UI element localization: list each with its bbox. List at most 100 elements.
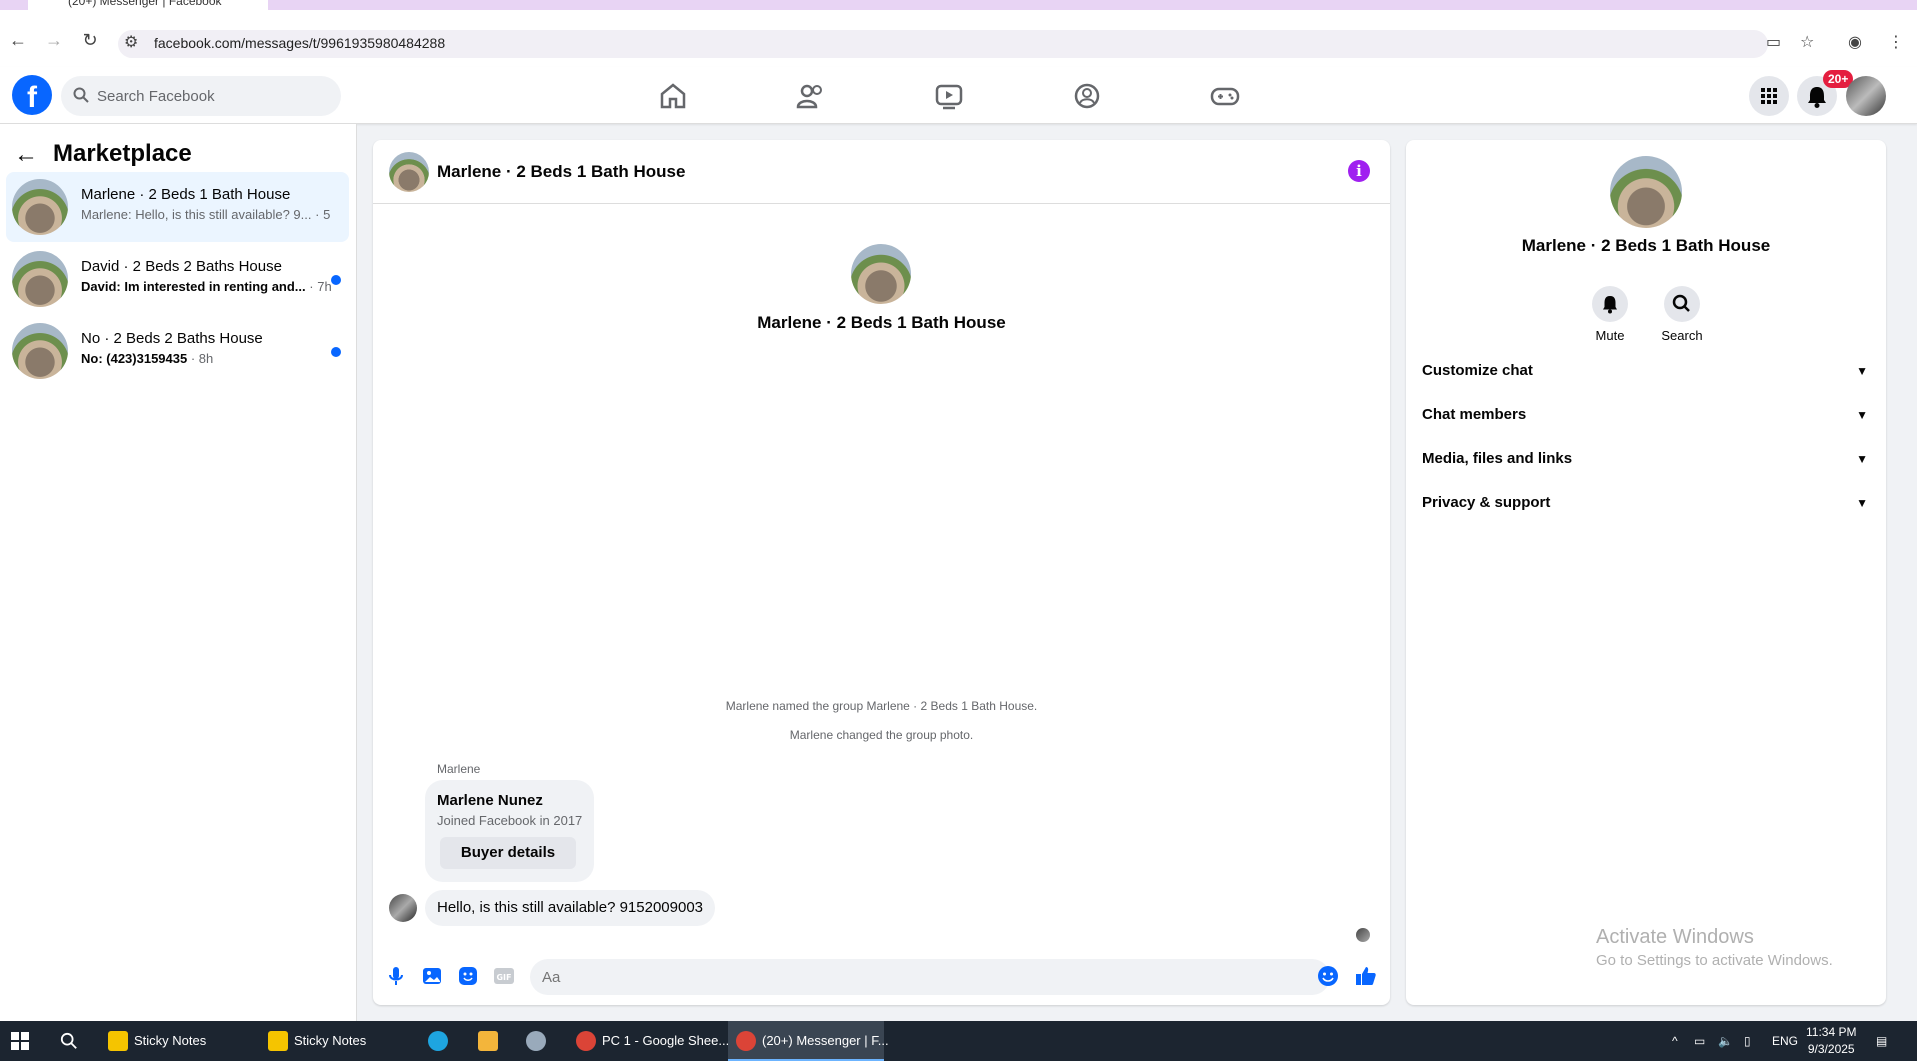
chat-title[interactable]: Marlene · 2 Beds 1 Bath House xyxy=(437,162,685,182)
browser-menu-icon[interactable]: ⋮ xyxy=(1888,32,1904,52)
chat-header: Marlene · 2 Beds 1 Bath House i xyxy=(373,140,1390,204)
chrome-icon xyxy=(576,1031,596,1051)
info-icon[interactable]: i xyxy=(1348,160,1370,182)
clock[interactable]: 11:34 PM 9/3/2025 xyxy=(1806,1024,1856,1058)
friends-icon[interactable] xyxy=(796,82,826,110)
chevron-down-icon: ▼ xyxy=(1856,364,1868,378)
profile-icon[interactable]: ◉ xyxy=(1848,32,1862,52)
message-composer: GIF xyxy=(373,955,1390,1005)
sender-avatar[interactable] xyxy=(389,894,417,922)
conversation-name: No · 2 Beds 2 Baths House xyxy=(81,330,263,347)
taskbar-sticky-notes[interactable]: Sticky Notes xyxy=(264,1021,414,1061)
sender-label: Marlene xyxy=(437,762,481,776)
taskbar-messenger[interactable]: (20+) Messenger | F... xyxy=(728,1021,889,1061)
menu-grid-button[interactable] xyxy=(1749,76,1789,116)
forward-arrow-icon[interactable]: → xyxy=(44,30,64,50)
start-button[interactable] xyxy=(10,1021,34,1061)
search-icon xyxy=(73,87,89,103)
search-icon xyxy=(1672,294,1690,312)
conversation-preview: David: Im interested in renting and... ·… xyxy=(81,279,331,294)
browser-tab[interactable]: (20+) Messenger | Facebook xyxy=(28,0,268,10)
volume-icon[interactable]: 🔈 xyxy=(1718,1021,1733,1061)
back-arrow-icon[interactable]: ← xyxy=(8,30,28,50)
gaming-icon[interactable] xyxy=(1210,82,1240,110)
buyer-name: Marlene Nunez xyxy=(437,792,543,809)
conversation-item[interactable]: David · 2 Beds 2 Baths House David: Im i… xyxy=(6,244,349,314)
conversation-name: David · 2 Beds 2 Baths House xyxy=(81,258,282,275)
group-name: Marlene · 2 Beds 1 Bath House xyxy=(757,313,1006,332)
conversation-preview: No: (423)3159435 · 8h xyxy=(81,351,214,366)
seen-avatar xyxy=(1356,928,1370,942)
chrome-icon xyxy=(736,1031,756,1051)
video-icon[interactable] xyxy=(934,82,964,110)
edge-icon xyxy=(428,1031,448,1051)
message-input[interactable] xyxy=(530,959,1330,995)
taskbar-search-icon[interactable] xyxy=(60,1021,84,1061)
taskbar-edge[interactable] xyxy=(428,1021,452,1061)
unread-dot xyxy=(331,275,341,285)
taskbar-app[interactable] xyxy=(526,1021,550,1061)
emoji-icon[interactable] xyxy=(1317,965,1339,987)
search-input[interactable]: Search Facebook xyxy=(61,76,341,116)
reload-icon[interactable]: ↻ xyxy=(80,30,100,50)
conversation-preview: Marlene: Hello, is this still available?… xyxy=(81,207,331,222)
buyer-joined: Joined Facebook in 2017 xyxy=(437,813,583,828)
sticky-notes-icon xyxy=(268,1031,288,1051)
group-photo xyxy=(851,244,911,304)
buyer-details-button[interactable]: Buyer details xyxy=(440,837,576,869)
photo-icon[interactable] xyxy=(421,965,443,987)
taskbar-sticky-notes[interactable]: Sticky Notes xyxy=(104,1021,254,1061)
folder-icon xyxy=(478,1031,498,1051)
tab-title: (20+) Messenger | Facebook xyxy=(68,0,222,8)
search-placeholder: Search Facebook xyxy=(97,88,215,105)
conversation-thumbnail xyxy=(12,323,68,379)
privacy-support-section[interactable]: Privacy & support ▼ xyxy=(1422,488,1874,518)
chat-info-panel: Marlene · 2 Beds 1 Bath House Mute Searc… xyxy=(1406,140,1886,1005)
site-info-icon[interactable]: ⚙ xyxy=(124,32,138,52)
facebook-logo[interactable]: f xyxy=(12,75,52,115)
conversation-item[interactable]: No · 2 Beds 2 Baths House No: (423)31594… xyxy=(6,316,349,386)
home-icon[interactable] xyxy=(658,82,688,110)
group-name: Marlene · 2 Beds 1 Bath House xyxy=(1521,236,1771,255)
back-arrow-icon[interactable]: ← xyxy=(14,141,38,169)
chevron-down-icon: ▼ xyxy=(1856,408,1868,422)
bell-icon xyxy=(1603,296,1617,314)
language-indicator[interactable]: ENG xyxy=(1772,1021,1798,1061)
bookmark-star-icon[interactable]: ☆ xyxy=(1800,32,1814,52)
mute-button[interactable]: Mute xyxy=(1580,286,1640,343)
grid-icon xyxy=(1761,88,1777,104)
windows-logo-icon xyxy=(11,1032,29,1050)
account-avatar[interactable] xyxy=(1846,76,1886,116)
svg-text:GIF: GIF xyxy=(496,973,511,982)
browser-tab-strip xyxy=(0,0,1917,10)
sticker-icon[interactable] xyxy=(457,965,479,987)
chat-members-section[interactable]: Chat members ▼ xyxy=(1422,400,1874,430)
search-button[interactable]: Search xyxy=(1652,286,1712,343)
message-bubble[interactable]: Hello, is this still available? 91520090… xyxy=(425,890,716,926)
notification-center-icon[interactable]: ▤ xyxy=(1876,1021,1887,1061)
taskbar-google-sheets[interactable]: PC 1 - Google Shee... xyxy=(572,1021,729,1061)
microphone-icon[interactable] xyxy=(385,965,407,987)
url-text: facebook.com/messages/t/9961935980484288 xyxy=(154,35,446,51)
chevron-down-icon: ▼ xyxy=(1856,496,1868,510)
conversation-item[interactable]: Marlene · 2 Beds 1 Bath House Marlene: H… xyxy=(6,172,349,242)
tray-chevron-icon[interactable]: ^ xyxy=(1672,1021,1678,1061)
conversation-thumbnail xyxy=(12,179,68,235)
like-icon[interactable] xyxy=(1355,965,1377,987)
media-files-section[interactable]: Media, files and links ▼ xyxy=(1422,444,1874,474)
battery-icon[interactable]: ▯ xyxy=(1744,1021,1751,1061)
sticky-notes-icon xyxy=(108,1031,128,1051)
conversation-thumbnail xyxy=(12,251,68,307)
system-message: Marlene changed the group photo. xyxy=(789,728,974,742)
unread-dot xyxy=(331,347,341,357)
chat-thumbnail[interactable] xyxy=(389,152,429,192)
group-photo xyxy=(1610,156,1682,228)
windows-taskbar: Sticky Notes Sticky Notes PC 1 - Google … xyxy=(0,1021,1917,1061)
customize-chat-section[interactable]: Customize chat ▼ xyxy=(1422,356,1874,386)
install-icon[interactable]: ▭ xyxy=(1766,32,1781,52)
windows-watermark-subtitle: Go to Settings to activate Windows. xyxy=(1596,952,1833,969)
network-icon[interactable]: ▭ xyxy=(1694,1021,1705,1061)
taskbar-file-explorer[interactable] xyxy=(478,1021,502,1061)
groups-icon[interactable] xyxy=(1072,82,1102,110)
gif-icon[interactable]: GIF xyxy=(493,965,515,987)
